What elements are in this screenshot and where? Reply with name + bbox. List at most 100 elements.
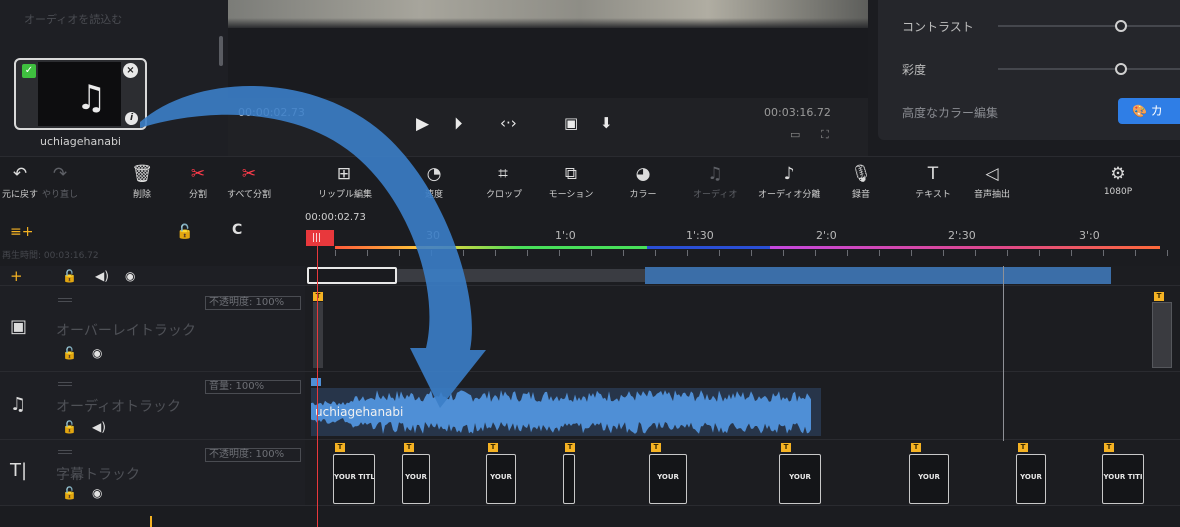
text-button[interactable]: T テキスト [912,163,954,200]
contrast-knob[interactable] [1115,20,1127,32]
zoom-marker[interactable] [150,516,152,527]
load-audio-label[interactable]: オーディオを読込む [24,11,122,27]
record-button[interactable]: 🎙 録音 [848,163,874,200]
split-button[interactable]: ✂ 分割 [184,163,212,200]
palette-icon: ◕ [635,164,651,184]
lock-icon[interactable]: 🔓 [62,346,77,360]
title-clip[interactable] [563,454,575,504]
crop-label: クロップ [486,190,523,200]
title-clip[interactable]: YOUR [649,454,687,504]
subtitle-opacity[interactable]: 不透明度: 100% [205,448,301,462]
crop-icon: ⌗ [498,164,508,184]
voice-extract-button[interactable]: ◁ 音声抽出 [968,163,1016,200]
overlay-opacity[interactable]: 不透明度: 100% [205,296,301,310]
eye-icon[interactable]: ◉ [92,346,102,360]
redo-button[interactable]: ↷ やり直し [40,163,80,200]
duration-label: 再生時間: 00:03:16.72 [2,251,99,261]
add-icon[interactable]: + [10,267,23,285]
audio-split-button[interactable]: ♪ オーディオ分離 [758,163,820,200]
timeline-ruler[interactable]: 00:00:02.73 30 1':0 1':30 2':0 2':30 3':0 [305,210,1180,266]
speaker-icon[interactable]: ◀) [92,420,106,434]
ruler-tick [431,250,432,256]
audio-clip-name: uchiagehanabi [315,405,404,419]
undo-label: 元に戻す [2,190,39,200]
crop-button[interactable]: ⌗ クロップ [486,163,523,200]
overlay-track[interactable]: T T [305,286,1180,372]
audio-label: オーディオ [693,190,738,200]
audio-track-header: 音量: 100% ♫ オーディオトラック 🔓 ◀) [0,372,305,440]
contrast-slider[interactable] [998,20,1180,32]
lock-icon[interactable]: 🔓 [176,224,193,240]
advanced-color-button-label: カ [1150,104,1163,118]
split-all-button[interactable]: ✂ すべて分割 [225,163,273,200]
audio-button[interactable]: ♫ オーディオ [693,163,737,200]
audio-volume[interactable]: 音量: 100% [205,380,301,394]
speed-label: 速度 [424,190,443,200]
title-clip[interactable]: YOUR [402,454,430,504]
selected-video-clip[interactable] [307,267,397,284]
saturation-knob[interactable] [1115,63,1127,75]
undo-button[interactable]: ↶ 元に戻す [2,163,38,200]
export-frame-icon[interactable]: ⬇ [600,114,613,132]
saturation-slider[interactable] [998,63,1180,75]
eye-icon[interactable]: ◉ [125,269,135,283]
main-video-track[interactable] [305,266,1180,286]
motion-button[interactable]: ⧉ モーション [544,163,598,200]
video-clip-gray[interactable] [397,269,645,282]
audio-track[interactable]: uchiagehanabi [305,372,1180,440]
track-grip[interactable] [58,382,72,386]
media-selected-checkbox[interactable]: ✓ [22,64,36,78]
title-clip-text: YOUR TITI [1103,473,1143,481]
eye-icon[interactable]: ◉ [92,486,102,500]
lock-icon[interactable]: 🔓 [62,269,77,283]
prev-next-frame-icon[interactable]: ‹·› [500,114,517,132]
track-grip[interactable] [58,298,72,302]
ruler-tick [751,250,752,256]
fullscreen-icon[interactable]: ⛶ [821,128,829,142]
media-library-panel: オーディオを読込む ✓ ♫ × i uchiagehanabi [0,0,228,156]
subtitle-track-name: 字幕トラック [56,467,140,483]
snapshot-icon[interactable]: ▣ [564,114,578,132]
magnet-icon[interactable]: C [232,222,242,238]
motion-icon: ⧉ [564,164,578,184]
overlay-clip-end[interactable] [1152,302,1172,368]
screen-icon[interactable]: ▭ [790,128,800,141]
title-clip[interactable]: YOUR [779,454,821,504]
info-icon[interactable]: i [125,112,138,125]
progress-bar-magenta [770,246,1160,249]
ruler-tick [687,250,688,256]
lock-icon[interactable]: 🔓 [62,420,77,434]
media-card[interactable]: ✓ ♫ × i [14,58,147,130]
ruler-tick [943,250,944,256]
speed-button[interactable]: ◔ 速度 [420,163,448,200]
add-track-icon[interactable]: ≡+ [10,224,33,240]
title-clip[interactable]: YOUR TITLE [333,454,375,504]
title-clip-text: YOUR [1020,473,1042,481]
video-clip-blue[interactable] [645,267,1111,284]
ripple-edit-button[interactable]: ⊞ リップル編集 [318,163,372,200]
close-icon[interactable]: × [123,63,138,78]
delete-button[interactable]: 🗑 削除 [128,163,156,200]
playhead-handle[interactable]: ||| [306,230,334,246]
audio-track-name: オーディオトラック [56,399,182,415]
play-icon[interactable]: ▶ [416,114,429,134]
media-scrollbar[interactable] [219,36,223,66]
cursor-line [1003,266,1004,441]
color-button[interactable]: ◕ カラー [628,163,658,200]
title-clip[interactable]: YOUR [909,454,949,504]
title-clip[interactable]: YOUR TITI [1102,454,1144,504]
subtitle-track[interactable]: T YOUR TITLE T YOUR T YOUR T T YOUR T YOUR T YOUR T YO… [305,440,1180,506]
music-note-icon: ♫ [76,78,107,118]
resolution-button[interactable]: ⚙ 1080P [1100,163,1136,197]
advanced-color-button[interactable]: 🎨 カ [1118,98,1180,124]
audio-clip[interactable]: uchiagehanabi [311,388,821,436]
play-from-start-icon[interactable]: ⏵ [454,114,463,134]
track-grip[interactable] [58,450,72,454]
overlay-clip[interactable] [313,302,323,368]
lock-icon[interactable]: 🔓 [62,486,77,500]
title-clip[interactable]: YOUR [1016,454,1046,504]
ruler-tick [399,250,400,256]
speaker-icon[interactable]: ◀) [95,269,109,283]
title-clip[interactable]: YOUR [486,454,516,504]
current-time: 00:00:02.73 [238,106,305,119]
